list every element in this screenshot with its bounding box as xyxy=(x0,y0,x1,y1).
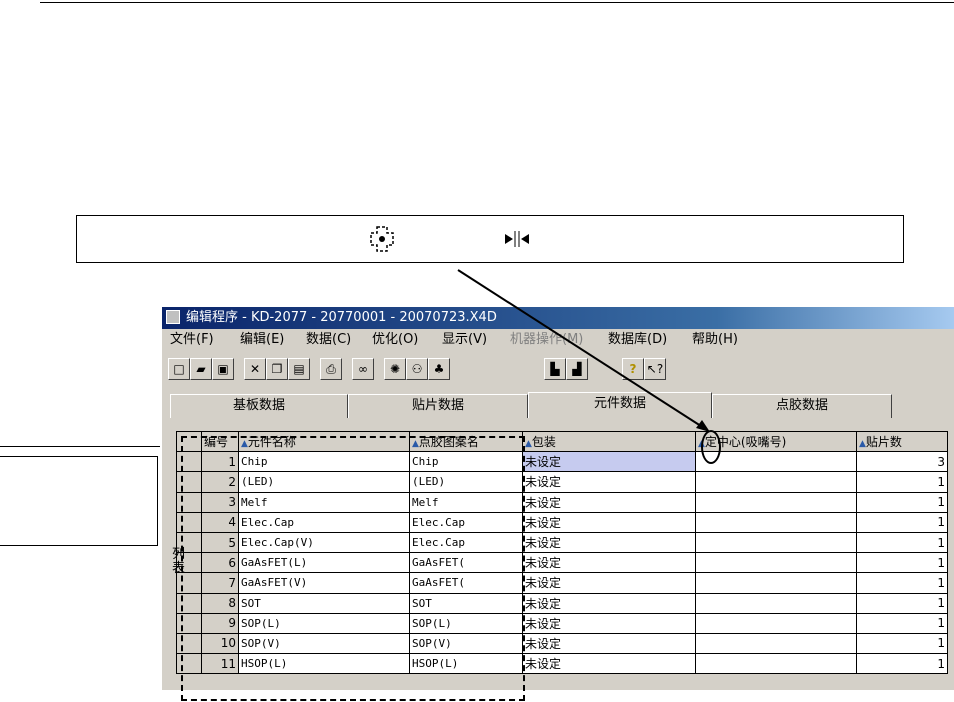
pointer-arrow-overlay xyxy=(457,269,710,432)
pointer-arrow-line xyxy=(457,269,705,429)
pointer-arrow-head xyxy=(696,420,710,432)
